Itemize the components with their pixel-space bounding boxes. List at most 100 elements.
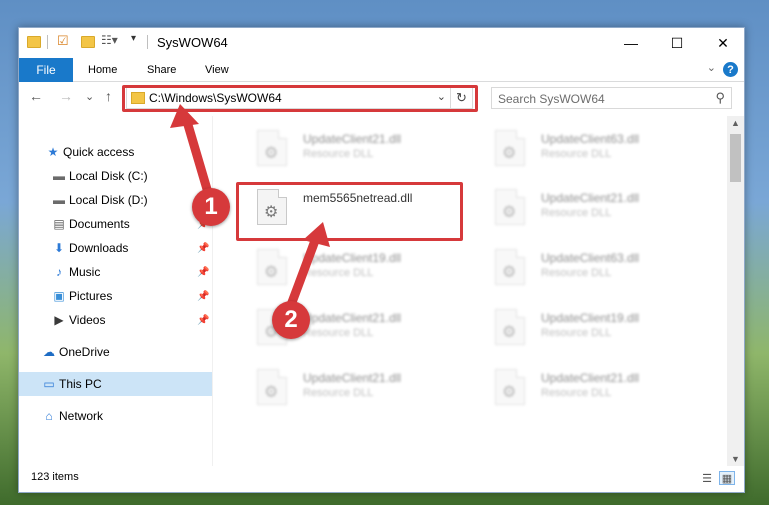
vertical-scrollbar[interactable]: ▲ ▼ (727, 116, 744, 466)
file-name: UpdateClient21.dll (303, 371, 402, 385)
file-name: UpdateClient21.dll (303, 132, 402, 146)
star-icon: ★ (47, 145, 59, 159)
downloads-icon: ⬇ (53, 241, 65, 255)
gear-icon: ⚙ (264, 384, 279, 401)
window-title: SysWOW64 (157, 35, 228, 50)
toolbar-divider (147, 35, 148, 49)
forward-button[interactable]: → (59, 88, 73, 104)
file-item[interactable]: ⚙ UpdateClient19.dll Resource DLL (237, 243, 457, 293)
sidebar-item-label: OneDrive (59, 345, 110, 359)
tab-share[interactable]: Share (147, 58, 176, 82)
dll-file-icon: ⚙ (495, 249, 525, 285)
properties-icon[interactable]: ☑ (57, 33, 69, 49)
file-type: Resource DLL (303, 148, 374, 160)
up-button[interactable]: ↑ (105, 88, 112, 104)
annotation-badge-1: 1 (192, 188, 230, 226)
file-name: UpdateClient19.dll (303, 251, 402, 265)
dll-file-icon: ⚙ (257, 130, 287, 166)
cloud-icon: ☁ (43, 345, 55, 359)
maximize-button[interactable]: ☐ (654, 28, 700, 58)
file-name: UpdateClient21.dll (303, 311, 402, 325)
file-item[interactable]: ⚙ UpdateClient21.dll Resource DLL (237, 363, 457, 413)
sidebar-item-pictures[interactable]: ▣ Pictures 📌 (19, 284, 212, 308)
dll-file-icon: ⚙ (495, 130, 525, 166)
scroll-thumb[interactable] (730, 134, 741, 182)
gear-icon: ⚙ (264, 264, 279, 281)
gear-icon: ⚙ (502, 204, 517, 221)
explorer-window: ☑ ☷▾ ▾ SysWOW64 — ☐ ✕ File Home Share Vi… (18, 27, 745, 493)
file-item[interactable]: ⚙ UpdateClient21.dll Resource DLL (237, 303, 457, 353)
file-type: Resource DLL (541, 148, 612, 160)
sidebar-item-downloads[interactable]: ⬇ Downloads 📌 (19, 236, 212, 260)
file-name: UpdateClient21.dll (541, 371, 640, 385)
scroll-down-icon[interactable]: ▼ (731, 454, 740, 464)
sidebar-item-music[interactable]: ♪ Music 📌 (19, 260, 212, 284)
quick-access-dropdown-icon[interactable]: ▾ (131, 33, 136, 44)
tab-home[interactable]: Home (88, 58, 117, 82)
back-button[interactable]: ← (29, 88, 43, 104)
search-placeholder: Search SysWOW64 (498, 92, 605, 106)
search-input[interactable]: Search SysWOW64 ⚲ (491, 87, 732, 109)
tab-file[interactable]: File (19, 58, 73, 82)
minimize-button[interactable]: — (608, 28, 654, 58)
gear-icon: ⚙ (502, 384, 517, 401)
file-item[interactable]: ⚙ UpdateClient63.dll Resource DLL (475, 243, 695, 293)
sidebar-item-label: This PC (59, 377, 102, 391)
pictures-icon: ▣ (53, 289, 65, 303)
customize-toolbar-icon[interactable]: ☷▾ (101, 33, 118, 47)
sidebar-item-label: Quick access (63, 145, 135, 159)
file-item[interactable]: ⚙ UpdateClient21.dll Resource DLL (237, 124, 457, 174)
network-icon: ⌂ (45, 409, 53, 423)
search-icon[interactable]: ⚲ (715, 90, 725, 106)
target-dll-file[interactable]: ⚙ mem5565netread.dll (237, 183, 457, 233)
pane-divider[interactable] (212, 116, 213, 466)
dll-file-icon: ⚙ (495, 309, 525, 345)
expand-ribbon-icon[interactable]: ⌄ (707, 61, 716, 74)
address-dropdown-icon[interactable]: ⌄ (437, 90, 446, 103)
file-type: Resource DLL (303, 267, 374, 279)
file-name: UpdateClient63.dll (541, 132, 640, 146)
annotation-badge-2: 2 (272, 301, 310, 339)
close-button[interactable]: ✕ (700, 28, 746, 58)
sidebar-item-label: Network (59, 409, 104, 423)
gear-icon: ⚙ (502, 324, 517, 341)
sidebar-item-network[interactable]: ⌂ Network (19, 404, 212, 428)
sidebar-item-this-pc[interactable]: ▭ This PC (19, 372, 212, 396)
sidebar-item-label: Videos (69, 313, 106, 327)
file-item[interactable]: ⚙ UpdateClient63.dll Resource DLL (475, 124, 695, 174)
file-type: Resource DLL (303, 327, 374, 339)
refresh-button[interactable]: ↻ (450, 88, 472, 108)
dll-file-icon: ⚙ (257, 249, 287, 285)
pin-icon[interactable]: 📌 (197, 315, 209, 326)
pin-icon[interactable]: 📌 (197, 291, 209, 302)
drive-icon: ▬ (53, 169, 65, 183)
folder-icon[interactable] (27, 36, 41, 48)
sidebar-item-label: Downloads (69, 241, 129, 255)
help-icon[interactable]: ? (723, 62, 738, 77)
scroll-up-icon[interactable]: ▲ (731, 118, 740, 128)
navigation-bar: ← → ⌄ ↑ C:\Windows\SysWOW64 ⌄ ↻ Search S… (19, 83, 744, 113)
sidebar-item-onedrive[interactable]: ☁ OneDrive (19, 340, 212, 364)
sidebar-item-documents[interactable]: ▤Documents📌 (19, 212, 212, 236)
address-bar[interactable]: C:\Windows\SysWOW64 ⌄ ↻ (126, 87, 473, 109)
pin-icon[interactable]: 📌 (197, 267, 209, 278)
documents-icon: ▤ (53, 217, 65, 231)
file-item[interactable]: ⚙ UpdateClient21.dll Resource DLL (475, 363, 695, 413)
address-path[interactable]: C:\Windows\SysWOW64 (149, 91, 282, 105)
recent-locations-button[interactable]: ⌄ (85, 90, 94, 103)
new-folder-icon[interactable] (81, 36, 95, 48)
gear-icon: ⚙ (264, 204, 279, 221)
gear-icon: ⚙ (502, 145, 517, 162)
file-item[interactable]: ⚙ UpdateClient21.dll Resource DLL (475, 183, 695, 233)
file-item[interactable]: ⚙ UpdateClient19.dll Resource DLL (475, 303, 695, 353)
sidebar-item-local-disk-d[interactable]: ▬ Local Disk (D:) (19, 188, 212, 212)
details-view-icon[interactable]: ☰ (699, 471, 715, 485)
sidebar-item-quick-access[interactable]: ★ Quick access (19, 140, 212, 164)
pin-icon[interactable]: 📌 (197, 243, 209, 254)
sidebar-item-local-disk-c[interactable]: ▬ Local Disk (C:) (19, 164, 212, 188)
large-icons-view-icon[interactable]: ▦ (719, 471, 735, 485)
videos-icon: ▶ (54, 313, 64, 327)
tab-view[interactable]: View (205, 58, 229, 82)
sidebar-item-videos[interactable]: ▶ Videos 📌 (19, 308, 212, 332)
file-name: mem5565netread.dll (303, 191, 413, 205)
